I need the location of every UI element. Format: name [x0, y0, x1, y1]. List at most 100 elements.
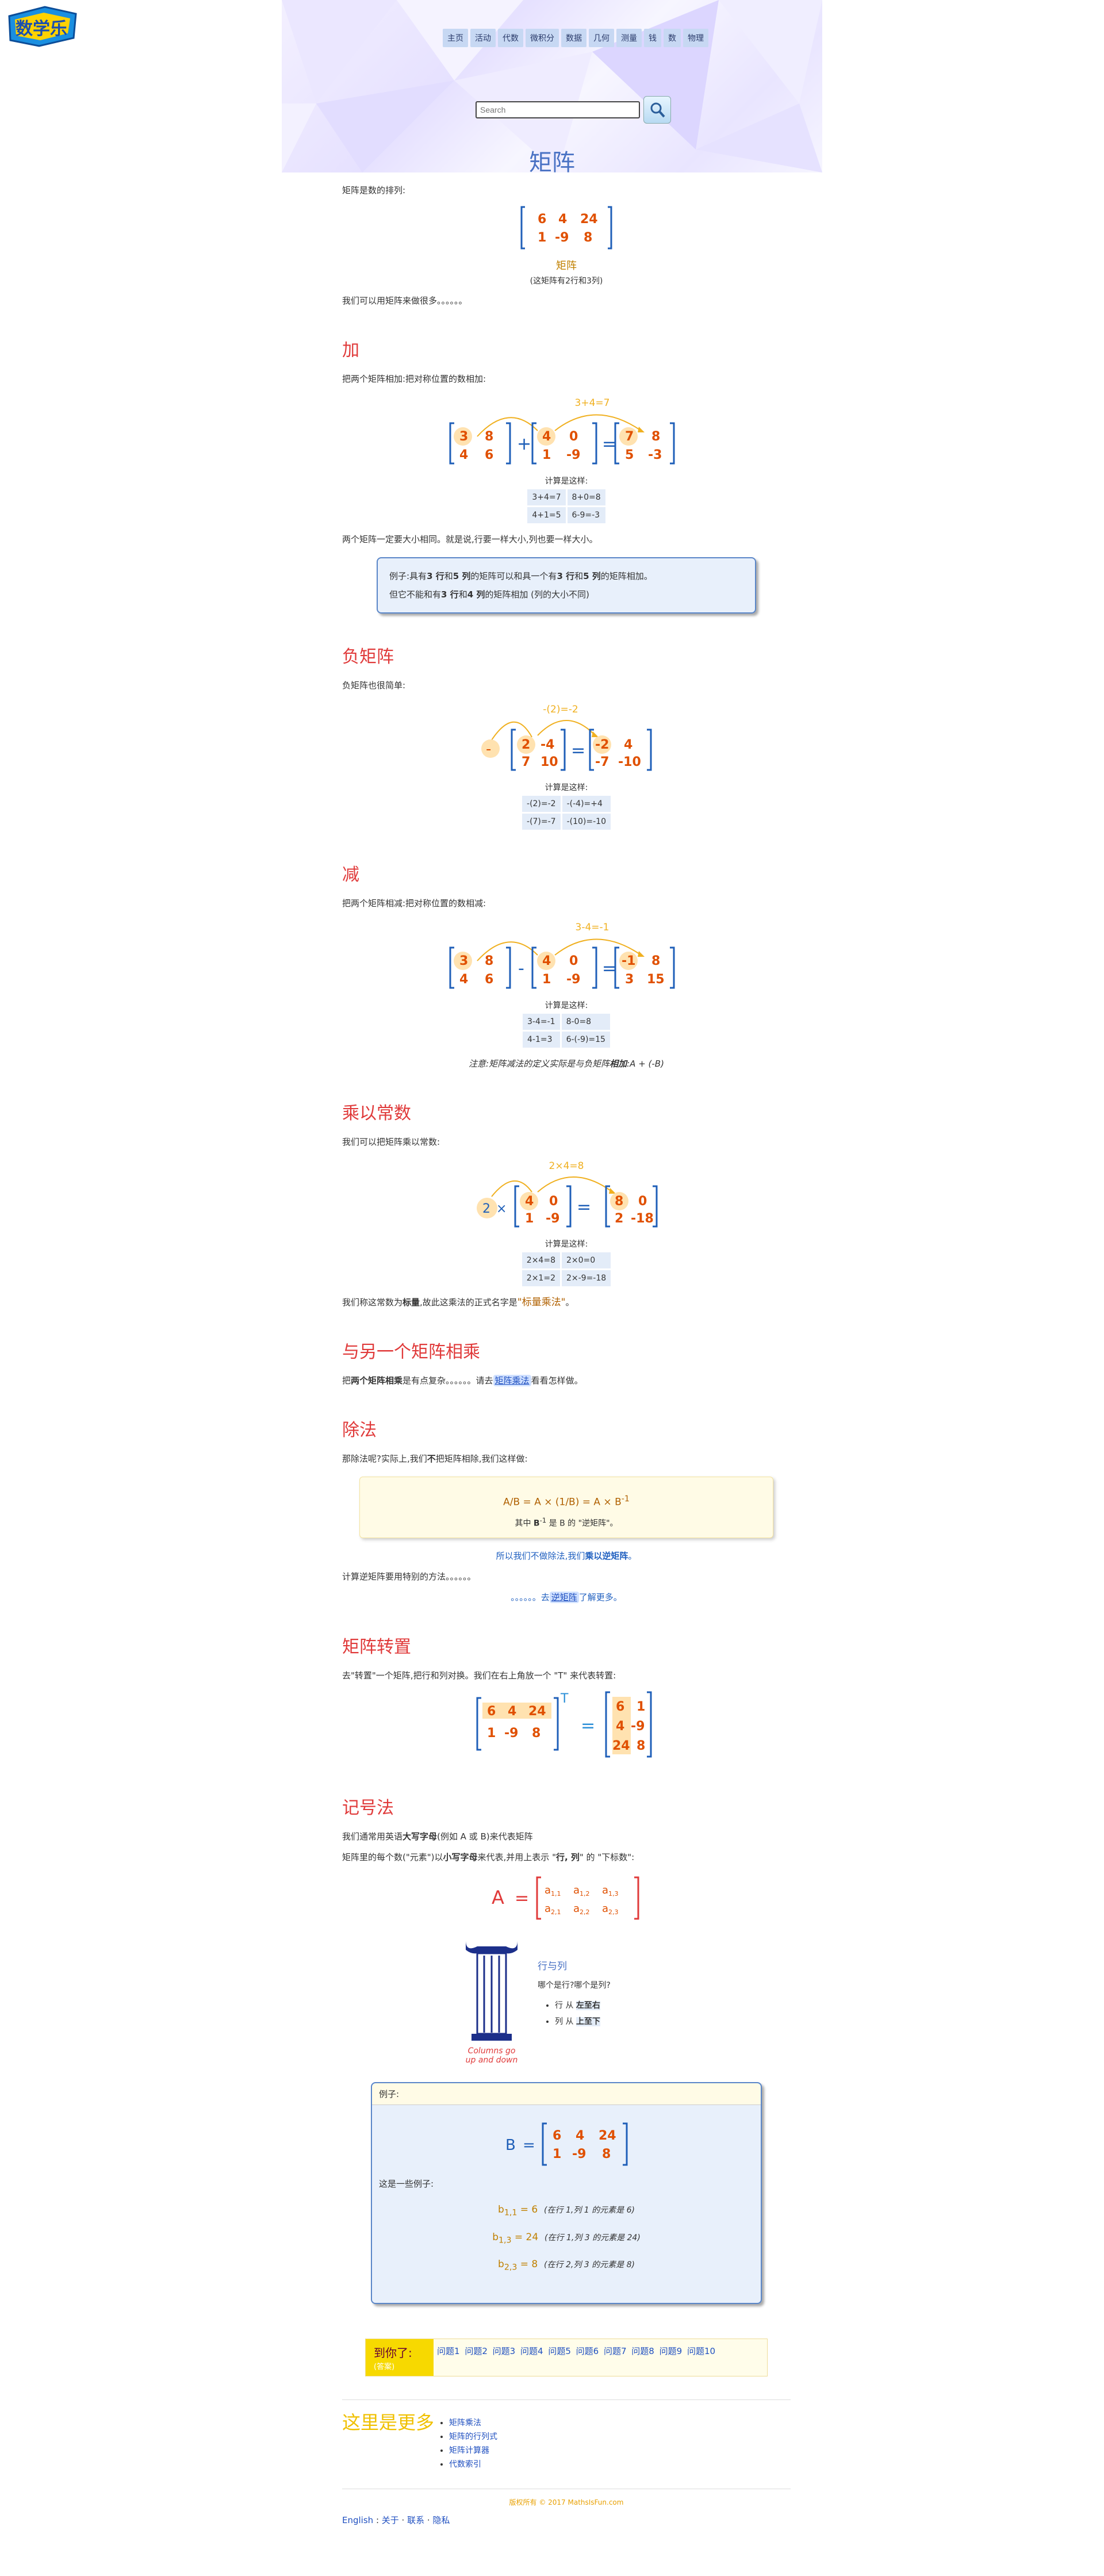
question-link[interactable]: 问题1	[437, 2346, 460, 2356]
add-arrow-label: 3+4=7	[575, 397, 610, 409]
question-link[interactable]: 问题10	[687, 2346, 715, 2356]
svg-text:8: 8	[602, 2147, 611, 2161]
svg-text:2: 2	[615, 1212, 623, 1226]
transpose-figure: 6 4 24 1 -9 8 T = 61 4 -9 24 8	[342, 1690, 791, 1765]
svg-text:=: =	[602, 434, 616, 454]
svg-text:+: +	[517, 434, 531, 454]
svg-text:=: =	[602, 959, 616, 979]
nav-activities[interactable]: 活动	[470, 29, 496, 47]
svg-text:4: 4	[542, 954, 551, 968]
sub-arrow-label: 3-4=-1	[576, 922, 610, 933]
svg-text:-9: -9	[566, 448, 580, 462]
svg-text:8: 8	[637, 1739, 645, 1753]
neg-text: 负矩阵也很简单:	[342, 680, 406, 691]
scalar-text: 我们可以把矩阵乘以常数:	[342, 1137, 440, 1147]
more-heading: 这里是更多	[342, 2412, 435, 2434]
svg-text:2: 2	[482, 1202, 490, 1216]
calc-cell: 2×4=8	[522, 1252, 560, 1268]
svg-text:6: 6	[553, 2129, 561, 2143]
neg-calc-table: -(2)=-2 -(-4)=+4 -(7)=-7 -(10)=-10	[520, 794, 612, 831]
question-link[interactable]: 问题3	[493, 2346, 516, 2356]
svg-text:1: 1	[525, 1212, 534, 1226]
svg-text:-2: -2	[595, 738, 609, 752]
about-link[interactable]: 关于	[382, 2515, 399, 2525]
nav-measure[interactable]: 测量	[616, 29, 642, 47]
add-figure: 3+4=7 3 8 4 6 + 4 0 1 -9 = 7 8 5 -3	[342, 393, 791, 468]
more-link[interactable]: 矩阵乘法	[449, 2418, 481, 2428]
calc-cell: 6-(-9)=15	[561, 1032, 610, 1048]
question-link[interactable]: 问题6	[576, 2346, 599, 2356]
intro-more: 我们可以用矩阵来做很多。。。。。。	[342, 296, 467, 306]
question-link[interactable]: 问题8	[631, 2346, 654, 2356]
quiz-label: 到你了: (答案)	[366, 2339, 434, 2376]
column-illustration: Columns go up and down	[457, 1935, 526, 2065]
svg-text:24: 24	[612, 1739, 630, 1753]
svg-text:-10: -10	[618, 755, 641, 769]
nav-data[interactable]: 数据	[561, 29, 586, 47]
svg-text:-1: -1	[622, 954, 635, 968]
svg-text:-7: -7	[595, 755, 609, 769]
nav-numbers[interactable]: 数	[664, 29, 681, 47]
mult-text: 把两个矩阵相乘是有点复杂。。。。。。请去 矩阵乘法 看看怎样做。	[342, 1375, 583, 1386]
matrix-multiply-link[interactable]: 矩阵乘法	[493, 1375, 531, 1386]
svg-text:4: 4	[576, 2129, 584, 2143]
calc-cell: -(10)=-10	[562, 814, 611, 830]
transpose-text: 去"转置"一个矩阵,把行和列对换。我们在右上角放一个 "T" 来代表转置:	[342, 1670, 616, 1681]
example-matrix: B = 6 4 24 1 -9 8	[379, 2118, 754, 2169]
calc-cell: 8+0=8	[567, 489, 605, 505]
answers-link[interactable]: (答案)	[374, 2360, 425, 2371]
neg-figure: -(2)=-2 - 2 -4 7 10 = -2 4 -7 -10	[342, 700, 791, 775]
intro-note: (这矩阵有2行和3列)	[530, 277, 603, 286]
contact-link[interactable]: 联系	[407, 2515, 424, 2525]
svg-text:24: 24	[580, 212, 598, 227]
more-link[interactable]: 矩阵的行列式	[449, 2432, 497, 2441]
svg-text:4: 4	[525, 1194, 534, 1209]
svg-text:6: 6	[487, 1704, 496, 1719]
svg-text:6: 6	[485, 972, 493, 987]
nav-home[interactable]: 主页	[443, 29, 468, 47]
example-line-3: b2,3 = 8 (在行 2,列 3 的元素是 8)	[498, 2259, 635, 2272]
svg-text:8: 8	[532, 1726, 540, 1741]
inverse-link[interactable]: 逆矩阵	[549, 1592, 579, 1604]
svg-text:8: 8	[651, 430, 660, 444]
add-calc-caption: 计算是这样:	[545, 477, 588, 486]
sub-note: 注意:矩阵减法的定义实际是与负矩阵相加:A + (-B)	[469, 1059, 664, 1069]
search-bar	[476, 96, 671, 124]
neg-calc-caption: 计算是这样:	[545, 783, 588, 792]
column-caption-2: up and down	[465, 2056, 518, 2065]
bottom-links: English : 关于 · 联系 · 隐私	[342, 2515, 450, 2526]
site-logo[interactable]: 数学乐	[5, 3, 79, 49]
nav-geometry[interactable]: 几何	[589, 29, 614, 47]
svg-text:24: 24	[599, 2129, 616, 2143]
english-link[interactable]: English	[342, 2515, 373, 2525]
svg-text:1: 1	[553, 2147, 561, 2161]
question-link[interactable]: 问题9	[660, 2346, 683, 2356]
rows-explain: 行 从 左至右	[555, 1998, 676, 2014]
heading-scalar: 乘以常数	[342, 1103, 411, 1124]
nav-algebra[interactable]: 代数	[498, 29, 523, 47]
question-link[interactable]: 问题7	[604, 2346, 627, 2356]
svg-text:=: =	[571, 741, 585, 761]
svg-text:8: 8	[615, 1194, 623, 1209]
more-link[interactable]: 矩阵计算器	[449, 2446, 489, 2455]
svg-text:4: 4	[542, 430, 551, 444]
question-link[interactable]: 问题5	[548, 2346, 571, 2356]
svg-text:8: 8	[485, 954, 493, 968]
notation-text-1: 我们通常用英语大写字母(例如 A 或 B)来代表矩阵	[342, 1831, 533, 1842]
main-nav: 主页 活动 代数 微积分 数据 几何 测量 钱 数 物理	[443, 29, 708, 47]
svg-text:=: =	[523, 2137, 535, 2154]
heading-notation: 记号法	[342, 1798, 394, 1819]
nav-money[interactable]: 钱	[644, 29, 661, 47]
nav-physics[interactable]: 物理	[683, 29, 708, 47]
more-link[interactable]: 代数索引	[449, 2460, 481, 2469]
svg-text:-: -	[486, 741, 491, 758]
nav-calculus[interactable]: 微积分	[526, 29, 559, 47]
privacy-link[interactable]: 隐私	[432, 2515, 450, 2525]
question-link[interactable]: 问题4	[520, 2346, 543, 2356]
question-link[interactable]: 问题2	[465, 2346, 488, 2356]
search-button[interactable]	[643, 96, 671, 124]
rows-columns-question: 哪个是行?哪个是列?	[538, 1981, 611, 1991]
example-line-1: b1,1 = 6 (在行 1,列 1 的元素是 6)	[498, 2204, 635, 2218]
calc-cell: 3-4=-1	[523, 1014, 560, 1030]
search-input[interactable]	[476, 101, 640, 118]
